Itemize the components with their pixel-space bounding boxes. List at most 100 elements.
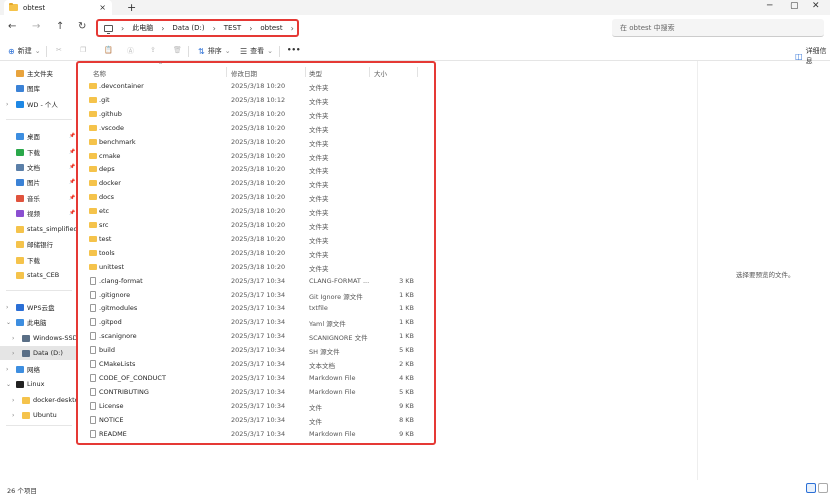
column-header-date[interactable]: 修改日期: [231, 68, 257, 78]
file-row[interactable]: unittest 2025/3/18 10:20 文件夹: [86, 261, 431, 274]
file-row[interactable]: deps 2025/3/18 10:20 文件夹: [86, 163, 431, 176]
view-button[interactable]: ☰ 查看 ⌄: [240, 46, 273, 56]
chevron-right-icon[interactable]: ›: [6, 366, 8, 373]
column-header-type[interactable]: 类型: [309, 68, 322, 78]
file-row[interactable]: test 2025/3/18 10:20 文件夹: [86, 233, 431, 246]
chevron-down-icon[interactable]: ⌄: [6, 319, 11, 326]
cut-icon[interactable]: ✂: [56, 46, 62, 54]
rename-icon[interactable]: Ⓐ: [127, 46, 134, 56]
file-row[interactable]: .clang-format 2025/3/17 10:34 CLANG-FORMAT…: [86, 275, 431, 288]
file-row[interactable]: License 2025/3/17 10:34 文件 9 KB: [86, 400, 431, 413]
copy-icon[interactable]: ❐: [80, 46, 86, 54]
file-row[interactable]: .gitpod 2025/3/17 10:34 Yaml 源文件 1 KB: [86, 316, 431, 329]
sidebar-item[interactable]: ⌄ Linux: [0, 377, 76, 391]
file-row[interactable]: benchmark 2025/3/18 10:20 文件夹: [86, 136, 431, 149]
chevron-right-icon[interactable]: ›: [12, 397, 14, 404]
file-row[interactable]: .gitmodules 2025/3/17 10:34 txtfile 1 KB: [86, 302, 431, 315]
forward-icon[interactable]: →: [32, 21, 40, 32]
sidebar-item[interactable]: 文档 📌: [0, 160, 76, 174]
file-row[interactable]: .scanignore 2025/3/17 10:34 SCANIGNORE 文件 1…: [86, 330, 431, 343]
file-type: 文件夹: [309, 153, 329, 162]
tiles-view-icon[interactable]: [818, 483, 828, 493]
sidebar-item[interactable]: › WD - 个人: [0, 97, 76, 111]
chevron-right-icon[interactable]: ›: [12, 412, 14, 419]
tab-close-icon[interactable]: ×: [99, 3, 106, 12]
refresh-icon[interactable]: ↻: [78, 21, 86, 32]
file-size: 9 KB: [399, 401, 414, 410]
breadcrumb-obtest[interactable]: obtest: [260, 24, 282, 32]
sidebar-item-label: stats_simplified: [27, 225, 76, 233]
file-row[interactable]: src 2025/3/18 10:20 文件夹: [86, 219, 431, 232]
back-icon[interactable]: ←: [8, 21, 16, 32]
column-header-name[interactable]: 名称: [93, 68, 106, 78]
file-row[interactable]: .devcontainer 2025/3/18 10:20 文件夹: [86, 80, 431, 93]
sort-icon: ⇅: [198, 46, 205, 56]
sidebar-item[interactable]: › WPS云盘: [0, 300, 76, 314]
view-icon: ☰: [240, 46, 248, 56]
file-row[interactable]: CMakeLists 2025/3/17 10:34 文本文档 2 KB: [86, 358, 431, 371]
window-tab[interactable]: obtest ×: [4, 0, 112, 15]
sidebar-item[interactable]: ⌄ 此电脑: [0, 315, 76, 329]
file-row[interactable]: .vscode 2025/3/18 10:20 文件夹: [86, 122, 431, 135]
sidebar-item[interactable]: 桌面 📌: [0, 129, 76, 143]
sidebar-item[interactable]: stats_simplified: [0, 222, 76, 236]
breadcrumb-test[interactable]: TEST: [224, 24, 241, 32]
details-view-icon[interactable]: [806, 483, 816, 493]
file-row[interactable]: NOTICE 2025/3/17 10:34 文件 8 KB: [86, 414, 431, 427]
sidebar-item[interactable]: 图片 📌: [0, 175, 76, 189]
file-row[interactable]: CONTRIBUTING 2025/3/17 10:34 Markdown File…: [86, 386, 431, 399]
file-row[interactable]: docker 2025/3/18 10:20 文件夹: [86, 177, 431, 190]
minimize-icon[interactable]: ─: [767, 1, 772, 11]
sidebar-item[interactable]: 下载: [0, 253, 76, 267]
column-header-size[interactable]: 大小: [374, 68, 387, 78]
maximize-icon[interactable]: ▢: [790, 1, 799, 11]
share-icon[interactable]: ⇪: [150, 46, 156, 54]
sidebar-item[interactable]: 图库: [0, 81, 76, 95]
chevron-right-icon[interactable]: ›: [6, 101, 8, 108]
chevron-right-icon[interactable]: ›: [12, 335, 14, 342]
file-type: 文件夹: [309, 97, 329, 106]
file-row[interactable]: etc 2025/3/18 10:20 文件夹: [86, 205, 431, 218]
chevron-down-icon[interactable]: ⌄: [6, 381, 11, 388]
file-date: 2025/3/17 10:34: [231, 276, 286, 285]
sidebar-item[interactable]: › Data (D:): [0, 346, 76, 360]
search-input[interactable]: 在 obtest 中搜索: [612, 19, 824, 37]
details-icon: ◫: [795, 51, 803, 61]
sidebar-item[interactable]: 音乐 📌: [0, 191, 76, 205]
sidebar-item[interactable]: › docker-desktop: [0, 393, 76, 407]
delete-icon[interactable]: 🗑: [173, 46, 182, 54]
breadcrumb-drive[interactable]: Data (D:): [172, 24, 204, 32]
file-row[interactable]: tools 2025/3/18 10:20 文件夹: [86, 247, 431, 260]
sidebar-item[interactable]: 邮储银行: [0, 237, 76, 251]
sidebar-item[interactable]: › Windows-SSD (C: [0, 331, 76, 345]
close-window-icon[interactable]: ✕: [812, 1, 820, 11]
sidebar-item[interactable]: 主文件夹: [0, 66, 76, 80]
file-row[interactable]: .github 2025/3/18 10:20 文件夹: [86, 108, 431, 121]
file-type: 文件夹: [309, 223, 329, 231]
chevron-right-icon[interactable]: ›: [6, 304, 8, 311]
sidebar-item[interactable]: › Ubuntu: [0, 408, 76, 422]
sort-button[interactable]: ⇅ 排序 ⌄: [198, 46, 231, 56]
file-row[interactable]: README 2025/3/17 10:34 Markdown File 9 KB: [86, 428, 431, 441]
sidebar-item[interactable]: › 网络: [0, 362, 76, 376]
file-row[interactable]: build 2025/3/17 10:34 SH 源文件 5 KB: [86, 344, 431, 357]
file-row[interactable]: docs 2025/3/18 10:20 文件夹: [86, 191, 431, 204]
breadcrumb-pc[interactable]: 此电脑: [132, 23, 153, 33]
sidebar-item[interactable]: 视频 📌: [0, 206, 76, 220]
chevron-right-icon[interactable]: ›: [12, 350, 14, 357]
file-row[interactable]: cmake 2025/3/18 10:20 文件夹: [86, 150, 431, 163]
file-type: SCANIGNORE 文件: [309, 334, 368, 343]
file-name: License: [99, 401, 124, 410]
sidebar-item[interactable]: stats_CEB: [0, 268, 76, 282]
new-button[interactable]: ⊕ 新建 ⌄: [8, 46, 41, 56]
sidebar-item[interactable]: 下载 📌: [0, 145, 76, 159]
file-row[interactable]: .gitignore 2025/3/17 10:34 Git Ignore 源文件 1…: [86, 289, 431, 302]
address-bar[interactable]: › 此电脑 › Data (D:) › TEST › obtest ›: [96, 19, 299, 37]
sidebar-item-label: stats_CEB: [27, 271, 60, 279]
up-icon[interactable]: ↑: [56, 21, 64, 32]
paste-icon[interactable]: 📋: [104, 46, 113, 54]
file-row[interactable]: .git 2025/3/18 10:12 文件夹: [86, 94, 431, 107]
new-tab-button[interactable]: +: [127, 1, 136, 14]
file-row[interactable]: CODE_OF_CONDUCT 2025/3/17 10:34 Markdown F…: [86, 372, 431, 385]
more-options-button[interactable]: •••: [287, 46, 300, 54]
